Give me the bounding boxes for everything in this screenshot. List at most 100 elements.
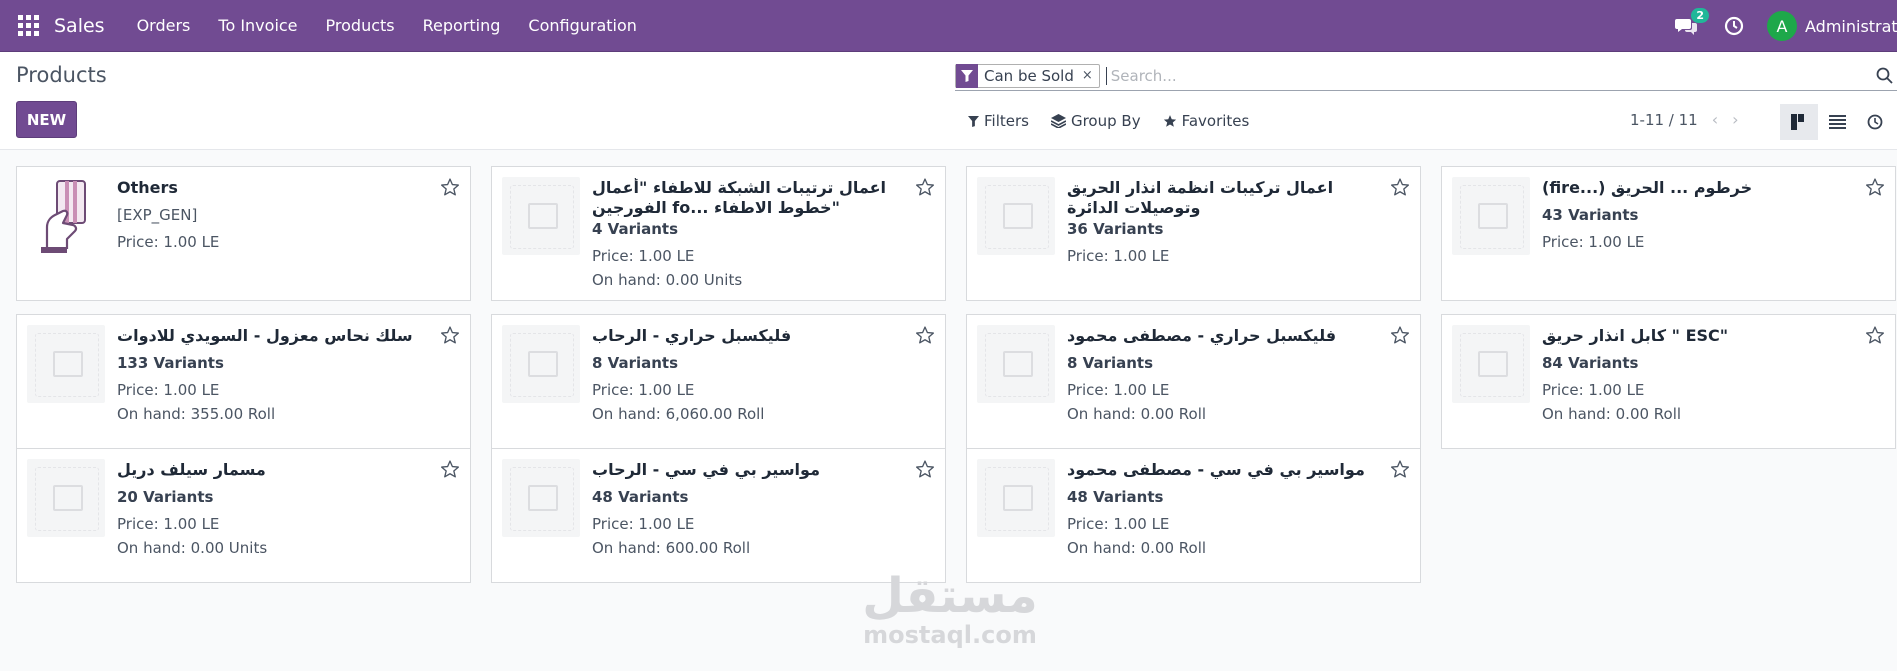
product-card[interactable]: فليكسبل حراري - مصطفى محمود 8 Variants Pri… [966, 314, 1421, 449]
product-card[interactable]: اعمال تركيبات انظمة انذار الحريق وتوصيلا… [966, 166, 1421, 301]
product-name: سلك نحاس معزول - السويدي للادوات [117, 326, 413, 345]
favorite-star-icon[interactable] [915, 177, 935, 201]
product-image-placeholder [977, 325, 1055, 403]
activity-clock-icon[interactable] [1719, 11, 1749, 41]
product-variants: 48 Variants [1067, 488, 1164, 506]
user-name[interactable]: Administrator [1805, 17, 1897, 36]
control-panel: Products NEW Can be Sold × Filters Group… [0, 52, 1897, 150]
product-name: اعمال ترتيبات الشبكة للاطفاء "أعمال الفو… [592, 178, 887, 217]
watermark: مستقل mostaql.com [860, 570, 1040, 648]
product-variants: 48 Variants [592, 488, 689, 506]
product-image-placeholder [1452, 325, 1530, 403]
product-name: مسمار سيلف دريل [117, 460, 266, 479]
product-name: كابل انذار حريق " ESC" [1542, 326, 1729, 345]
star-icon [1163, 115, 1176, 127]
favorite-star-icon[interactable] [1390, 177, 1410, 201]
product-card[interactable]: مواسير بي في سي - الرحاب 48 Variants Price… [491, 448, 946, 583]
product-card[interactable]: فليكسبل حراري - الرحاب 8 Variants Price: 1… [491, 314, 946, 449]
favorite-star-icon[interactable] [440, 459, 460, 483]
favorite-star-icon[interactable] [440, 177, 460, 201]
view-switcher [1780, 104, 1894, 140]
group-by-label: Group By [1070, 112, 1141, 130]
menu-configuration[interactable]: Configuration [514, 16, 651, 35]
product-image-placeholder [502, 325, 580, 403]
filters-button[interactable]: Filters [968, 112, 1029, 130]
favorite-star-icon[interactable] [1865, 177, 1885, 201]
user-avatar[interactable]: A [1767, 11, 1797, 41]
product-name: فليكسبل حراري - مصطفى محمود [1067, 326, 1337, 345]
menu-products[interactable]: Products [312, 16, 409, 35]
menu-reporting[interactable]: Reporting [409, 16, 515, 35]
menu-to-invoice[interactable]: To Invoice [204, 16, 311, 35]
watermark-arabic: مستقل [862, 568, 1038, 624]
search-input[interactable] [1105, 66, 1886, 85]
product-image-placeholder [27, 325, 105, 403]
page-title: Products [16, 63, 107, 87]
pager-previous-icon[interactable]: ‹ [1712, 110, 1718, 129]
product-on-hand: On hand: 600.00 Roll [592, 539, 751, 557]
product-on-hand: On hand: 0.00 Units [592, 271, 743, 289]
search-options: Filters Group By Favorites [968, 112, 1271, 130]
search-facet: Can be Sold × [955, 63, 1100, 88]
facet-label: Can be Sold [984, 66, 1074, 85]
product-price: Price: 1.00 LE [592, 247, 695, 265]
product-on-hand: On hand: 0.00 Roll [1542, 405, 1682, 423]
pager: 1-11 / 11 ‹ › [1630, 110, 1739, 129]
favorites-button[interactable]: Favorites [1163, 112, 1250, 130]
product-on-hand: On hand: 0.00 Units [117, 539, 268, 557]
product-card[interactable]: Others [EXP_GEN] Price: 1.00 LE [16, 166, 471, 301]
favorite-star-icon[interactable] [1865, 325, 1885, 349]
pager-next-icon[interactable]: › [1732, 110, 1738, 129]
product-price: Price: 1.00 LE [1067, 515, 1170, 533]
product-variants: 36 Variants [1067, 220, 1164, 238]
product-variants: 4 Variants [592, 220, 679, 238]
product-image-placeholder [1452, 177, 1530, 255]
facet-remove-icon[interactable]: × [1082, 68, 1099, 83]
top-navbar: Sales Orders To Invoice Products Reporti… [0, 0, 1897, 52]
product-image-placeholder [27, 459, 105, 537]
product-on-hand: On hand: 0.00 Roll [1067, 539, 1207, 557]
chat-count-badge: 2 [1691, 8, 1709, 23]
product-variants: 43 Variants [1542, 206, 1639, 224]
product-image-placeholder [502, 459, 580, 537]
new-button[interactable]: NEW [16, 101, 77, 138]
product-card[interactable]: اعمال ترتيبات الشبكة للاطفاء "أعمال الفو… [491, 166, 946, 301]
product-card[interactable]: (fire...) خرطوم ... الحريق 43 Variants Pri… [1441, 166, 1896, 301]
product-price: Price: 1.00 LE [117, 233, 220, 251]
menu-orders[interactable]: Orders [123, 16, 205, 35]
product-price: Price: 1.00 LE [117, 381, 220, 399]
pager-value[interactable]: 1-11 / 11 [1630, 111, 1698, 129]
filters-label: Filters [984, 112, 1029, 130]
chat-icon[interactable]: 2 [1671, 8, 1709, 41]
favorite-star-icon[interactable] [915, 459, 935, 483]
search-bar: Can be Sold × [955, 61, 1897, 91]
group-by-button[interactable]: Group By [1050, 112, 1141, 130]
favorite-star-icon[interactable] [440, 325, 460, 349]
product-variants: [EXP_GEN] [117, 206, 198, 224]
product-card[interactable]: كابل انذار حريق " ESC" 84 Variants Price: … [1441, 314, 1896, 449]
product-name: Others [117, 178, 178, 197]
product-price: Price: 1.00 LE [1542, 381, 1645, 399]
product-name: اعمال تركيبات انظمة انذار الحريق وتوصيلا… [1067, 178, 1334, 217]
product-name: مواسير بي في سي - مصطفى محمود [1067, 460, 1365, 479]
product-name: فليكسبل حراري - الرحاب [592, 326, 792, 345]
product-card[interactable]: مواسير بي في سي - مصطفى محمود 48 Variants… [966, 448, 1421, 583]
product-image-placeholder [502, 177, 580, 255]
product-card[interactable]: مسمار سيلف دريل 20 Variants Price: 1.00 LE… [16, 448, 471, 583]
product-price: Price: 1.00 LE [592, 515, 695, 533]
favorites-label: Favorites [1181, 112, 1250, 130]
favorite-star-icon[interactable] [1390, 459, 1410, 483]
product-card[interactable]: سلك نحاس معزول - السويدي للادوات 133 Vari… [16, 314, 471, 449]
apps-menu-icon[interactable] [16, 14, 40, 38]
list-view-icon[interactable] [1818, 104, 1856, 140]
favorite-star-icon[interactable] [915, 325, 935, 349]
layers-icon [1050, 114, 1066, 128]
product-variants: 8 Variants [592, 354, 679, 372]
filter-facet-icon [956, 63, 978, 88]
app-brand[interactable]: Sales [54, 15, 105, 37]
favorite-star-icon[interactable] [1390, 325, 1410, 349]
search-icon[interactable] [1876, 67, 1893, 88]
activity-view-icon[interactable] [1856, 104, 1894, 140]
kanban-view-icon[interactable] [1780, 104, 1818, 140]
product-price: Price: 1.00 LE [117, 515, 220, 533]
